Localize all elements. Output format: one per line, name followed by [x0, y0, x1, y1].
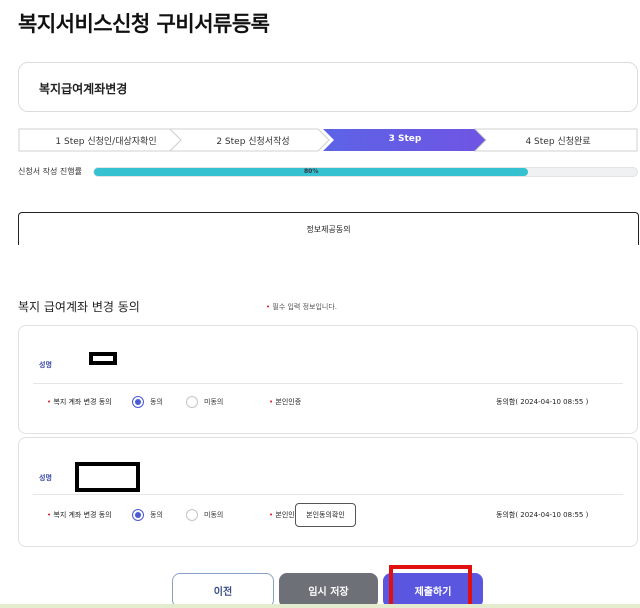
- form-heading: 복지 급여계좌 변경 동의: [18, 300, 140, 314]
- disagree-radio[interactable]: [186, 509, 198, 521]
- progress-bar: 80%: [93, 167, 638, 177]
- agree-date: 동의함( 2024-04-10 08:55 ): [496, 398, 589, 406]
- tab-info-consent-label: 정보제공동의: [306, 225, 351, 234]
- name-label: 성명: [39, 474, 52, 482]
- prev-button[interactable]: 이전: [172, 573, 274, 608]
- step-3-label: 3 Step: [388, 134, 422, 144]
- progress-percent: 80%: [304, 168, 319, 175]
- divider: [33, 383, 623, 384]
- consent-row: • 복지 계좌 변경 동의 동의 미동의 • 본인인증 동의함( 2024-04…: [19, 392, 637, 412]
- disagree-radio[interactable]: [186, 396, 198, 408]
- disagree-radio-label: 미동의: [204, 511, 224, 519]
- verify-consent-button[interactable]: 본인동의확인: [295, 503, 356, 527]
- submit-button[interactable]: 제출하기: [383, 573, 483, 608]
- verify-label: • 본인인증: [269, 398, 302, 406]
- name-label: 성명: [39, 361, 52, 369]
- agree-radio-label: 동의: [150, 398, 163, 406]
- agree-radio[interactable]: [132, 396, 144, 408]
- required-note-text: 필수 입력 정보입니다.: [272, 303, 338, 311]
- consent-row: • 복지 계좌 변경 동의 동의 미동의 • 본인인증 본인동의확인 동의함( …: [19, 503, 637, 527]
- consent-card: 성명 • 복지 계좌 변경 동의 동의 미동의 • 본인인증 본인동의확인 동의…: [18, 437, 638, 547]
- section-title: 복지급여계좌변경: [39, 82, 128, 96]
- step-indicator: 1 Step 신청인/대상자확인 2 Step 신청서작성 3 Step 4 S…: [18, 128, 638, 152]
- consent-label: • 복지 계좌 변경 동의: [47, 398, 112, 406]
- progress-row: 신청서 작성 진행률 80%: [18, 166, 638, 178]
- agree-date: 동의함( 2024-04-10 08:55 ): [496, 511, 589, 519]
- name-redaction: [89, 352, 117, 365]
- name-redaction: [75, 462, 140, 492]
- temp-save-button[interactable]: 임시 저장: [279, 573, 378, 608]
- tab-info-consent[interactable]: 정보제공동의: [18, 212, 639, 245]
- consent-label: • 복지 계좌 변경 동의: [47, 511, 112, 519]
- required-mark: •: [266, 303, 271, 311]
- bottom-border: [0, 604, 640, 608]
- progress-label: 신청서 작성 진행률: [18, 167, 82, 176]
- disagree-radio-label: 미동의: [204, 398, 224, 406]
- divider: [33, 494, 623, 495]
- required-note: • 필수 입력 정보입니다.: [266, 302, 337, 312]
- consent-card: 성명 • 복지 계좌 변경 동의 동의 미동의 • 본인인증 동의함( 2024…: [18, 325, 638, 434]
- section-header: 복지급여계좌변경: [18, 62, 638, 112]
- agree-radio[interactable]: [132, 509, 144, 521]
- step-1-label: 1 Step 신청인/대상자확인: [55, 137, 157, 147]
- agree-radio-label: 동의: [150, 511, 163, 519]
- page-title: 복지서비스신청 구비서류등록: [18, 12, 270, 36]
- step-4-label: 4 Step 신청완료: [525, 137, 591, 147]
- step-2-label: 2 Step 신청서작성: [216, 137, 290, 147]
